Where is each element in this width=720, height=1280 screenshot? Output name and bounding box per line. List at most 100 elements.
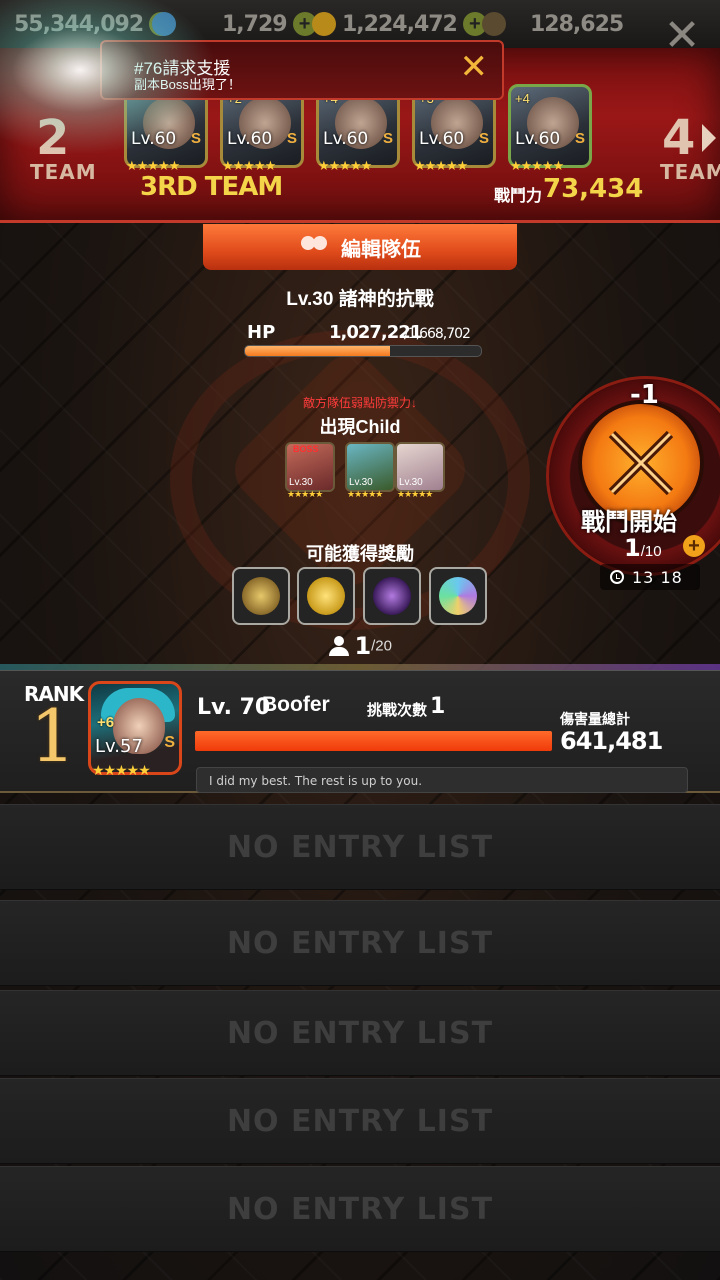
hp-max: /1,668,702 [404,326,471,342]
notice-close-icon[interactable]: ✕ [460,50,489,84]
soul-count: 128,625 [530,11,624,37]
hero-level: Lv.60 [131,129,177,149]
enemy-level: Lv.30 [349,477,373,488]
enemy-child-2[interactable]: Lv.30 [345,442,395,492]
gem-count: 55,344,092 [14,11,144,37]
enemy-child-boss[interactable]: BOSS Lv.30 [285,442,335,492]
gold-coins-icon [307,577,345,615]
power-label: 戰鬥力 [494,188,543,205]
hp-bar-fill [245,346,391,356]
next-team-label[interactable]: TEAM [660,160,720,184]
resource-crystal: 1,729 + [152,10,317,38]
enemy-1-stars: ★★★★★ [287,489,323,499]
notice-message: 副本Boss出現了！ [134,77,241,92]
dark-heart-gem-icon [373,577,411,615]
battle-cost: -1 [630,380,659,410]
stamina-counter: 1/10 [624,534,662,562]
damage-label: 傷害量總計 [560,711,630,727]
hero-rank: S [286,130,297,147]
hero-level: Lv.60 [323,129,369,149]
prev-team-number[interactable]: 2 [36,110,69,166]
damage-value: 641,481 [560,727,663,755]
tries-value: 1 [430,694,446,719]
hp-bar [244,345,482,357]
edit-team-label: 編輯隊伍 [341,238,421,261]
reward-rainbow-crystal[interactable] [429,567,487,625]
entry-max: /20 [371,637,392,655]
team-hero-5[interactable]: +4 Lv.60 S [508,84,592,168]
empty-entry-row: NO ENTRY LIST [0,1166,720,1252]
hero-4-stars: ★★★★★ [414,158,468,173]
resource-gold: 1,224,472 + [312,10,487,38]
empty-entry-label: NO ENTRY LIST [226,1191,494,1227]
resource-soul: 128,625 [482,10,624,38]
avatar-plus: +6 [97,714,115,731]
entry-current: 1 [354,632,372,660]
add-stamina-button[interactable]: + [683,535,705,557]
rank-number: 1 [30,694,76,778]
avatar-stars: ★★★★★ [92,762,151,778]
hero-level: Lv.60 [419,129,465,149]
soul-icon [482,12,506,36]
hero-5-stars: ★★★★★ [510,158,564,173]
reward-dark-gem[interactable] [363,567,421,625]
player-comment: I did my best. The rest is up to you. [196,767,688,793]
next-team-arrow-icon[interactable] [702,124,716,152]
timer-value: 13 18 [632,567,683,587]
boss-tag: BOSS [293,444,319,454]
hero-rank: S [190,130,201,147]
empty-entry-label: NO ENTRY LIST [226,829,494,865]
empty-entry-row: NO ENTRY LIST [0,1078,720,1164]
hero-rank: S [478,130,489,147]
hero-level: Lv.60 [227,129,273,149]
stamina-timer: 13 18 [600,564,700,590]
clock-icon [610,570,624,584]
resource-gem: 55,344,092 + [14,10,174,38]
support-request-notice[interactable]: #76請求支援 副本Boss出現了！ ✕ [100,40,504,100]
boss-title: Lv.30 諸神的抗戰 [286,289,434,310]
entry-count: 1/20 [0,632,720,660]
avatar-level: Lv.57 [95,736,143,757]
player-level: Lv. 70 [197,695,271,720]
edit-team-button[interactable]: 編輯隊伍 [203,224,517,270]
hero-rank: S [382,130,393,147]
crystal-icon [152,12,176,36]
tries-label: 挑戰次數 [367,702,428,719]
crystal-count: 1,729 [222,11,288,37]
empty-entry-label: NO ENTRY LIST [226,1015,494,1051]
stamina-current: 1 [624,534,641,562]
enemy-child-3[interactable]: Lv.30 [395,442,445,492]
damage-bar [195,731,552,751]
enemy-level: Lv.30 [289,477,313,488]
next-team-number[interactable]: 4 [662,110,695,166]
people-icon [299,236,331,258]
enemy-2-stars: ★★★★★ [347,489,383,499]
empty-entry-label: NO ENTRY LIST [226,1103,494,1139]
medal-icon [242,577,280,615]
avatar-rank: S [164,734,175,751]
gold-coin-icon [312,12,336,36]
gold-count: 1,224,472 [342,11,458,37]
enemy-3-stars: ★★★★★ [397,489,433,499]
hero-level: Lv.60 [515,129,561,149]
person-icon [328,636,350,656]
player-avatar[interactable]: +6 Lv.57 S [88,681,182,775]
reward-medal[interactable] [232,567,290,625]
player-name: Boofer [262,693,330,716]
stamina-max: /10 [640,543,662,560]
empty-entry-row: NO ENTRY LIST [0,804,720,890]
enemy-level: Lv.30 [399,477,423,488]
battle-start-label[interactable]: 戰鬥開始 [581,502,677,537]
reward-gold[interactable] [297,567,355,625]
power-value: 73,434 [543,174,644,204]
hp-label: HP [247,322,276,343]
empty-entry-row: NO ENTRY LIST [0,900,720,986]
hero-rank: S [574,130,585,147]
hero-plus: +4 [515,91,530,106]
empty-entry-label: NO ENTRY LIST [226,925,494,961]
rainbow-crystal-icon [439,577,477,615]
hero-3-stars: ★★★★★ [318,158,372,173]
current-team-label: 3RD TEAM [140,172,283,202]
empty-entry-row: NO ENTRY LIST [0,990,720,1076]
prev-team-label[interactable]: TEAM [30,160,97,184]
